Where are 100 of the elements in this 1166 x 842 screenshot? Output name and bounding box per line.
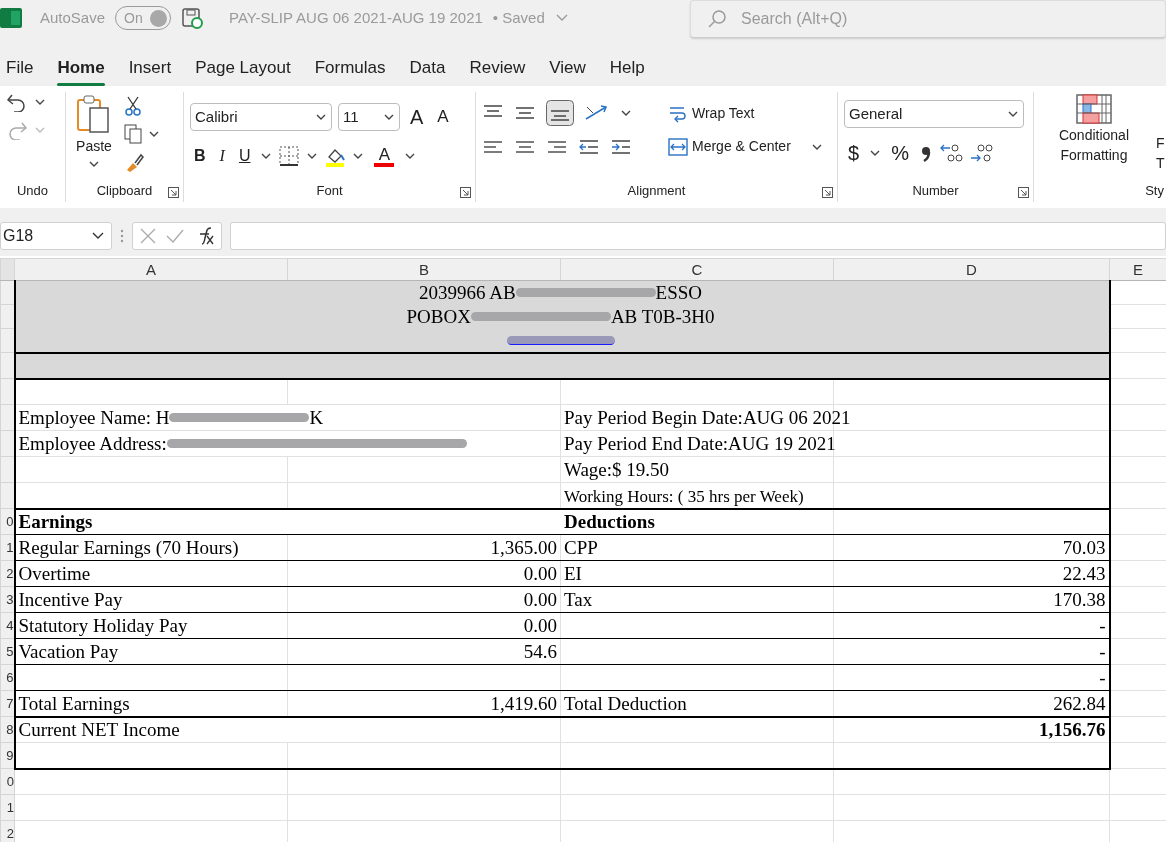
group-label: Clipboard (96, 181, 153, 200)
caret-icon (383, 112, 395, 122)
row-header[interactable]: 7 (0, 690, 15, 717)
row-header[interactable]: 1 (0, 534, 15, 561)
drag-handle-icon[interactable] (120, 229, 124, 243)
shrink-font-button[interactable]: A (433, 102, 453, 132)
search-field[interactable]: Search (Alt+Q) (739, 6, 1039, 32)
menu-tab[interactable]: File (0, 54, 46, 86)
orientation-icon[interactable] (584, 103, 610, 123)
merge-center-button[interactable]: Merge & Center (664, 134, 795, 159)
percent-button[interactable]: % (887, 136, 913, 170)
cell-text: 0.00 (523, 615, 557, 636)
menu-tab[interactable]: Help (597, 54, 657, 86)
increase-decimal-icon[interactable] (938, 142, 963, 164)
font-name-dropdown[interactable]: Calibri (190, 103, 332, 131)
save-status: • Saved (492, 7, 545, 28)
column-header[interactable]: C (560, 258, 834, 281)
copy-icon[interactable] (124, 124, 142, 144)
dialog-launcher-icon[interactable] (460, 187, 471, 198)
group-label: Alignment (627, 181, 686, 200)
redo-icon (6, 120, 28, 140)
cell-text: Total Deduction (564, 692, 687, 714)
menu-tab[interactable]: Formulas (302, 54, 398, 86)
cell-text: 262.84 (1053, 692, 1106, 714)
cell-text: K (309, 408, 324, 427)
clipboard-icon (76, 94, 112, 134)
bold-button[interactable]: B (190, 142, 210, 170)
caret-icon[interactable] (352, 151, 365, 161)
row-header[interactable]: 1 (0, 794, 15, 821)
dialog-launcher-icon[interactable] (822, 187, 833, 198)
search-box[interactable]: Search (Alt+Q) (690, 0, 1166, 38)
save-icon[interactable] (181, 7, 204, 29)
group-label: Sty (1145, 181, 1164, 200)
currency-button[interactable]: $ (844, 136, 864, 170)
cell-text: Employee Name: H (18, 408, 170, 427)
cell-text: 70.03 (1062, 537, 1106, 558)
caret-icon[interactable] (869, 148, 882, 158)
dialog-launcher-icon[interactable] (168, 187, 179, 198)
column-header[interactable]: B (287, 258, 561, 281)
conditional-formatting-button[interactable]: Conditional Formatting (1040, 92, 1148, 173)
caret-icon[interactable] (34, 97, 46, 107)
row-header[interactable]: 9 (0, 742, 15, 769)
menu-tab[interactable]: View (537, 54, 598, 86)
search-icon (707, 9, 727, 29)
cell-text: 170.38 (1053, 589, 1106, 610)
cell-text: 0.00 (523, 563, 557, 584)
menu-tab[interactable]: Home (45, 54, 117, 86)
dialog-launcher-icon[interactable] (1018, 187, 1029, 198)
column-header[interactable]: A (14, 258, 288, 281)
cell-text: 22.43 (1062, 563, 1106, 584)
menu-tab[interactable]: Insert (116, 54, 184, 86)
caret-icon[interactable] (620, 108, 632, 118)
align-bottom-icon[interactable] (546, 100, 574, 126)
italic-button[interactable]: I (215, 142, 229, 170)
cell-text: 0.00 (523, 589, 557, 610)
menu-tab[interactable]: Page Layout (183, 54, 303, 86)
undo-icon[interactable] (6, 92, 28, 112)
menu-tab[interactable]: Review (457, 54, 538, 86)
caret-icon[interactable] (404, 151, 417, 161)
row-header[interactable]: 0 (0, 768, 15, 795)
cell-text: Tax (564, 589, 593, 610)
caret-icon[interactable] (148, 129, 160, 139)
column-header[interactable]: E (1109, 258, 1166, 281)
cell-text: EI (564, 563, 582, 584)
name-box[interactable]: G18 (0, 222, 112, 250)
formula-input[interactable] (230, 222, 1166, 250)
cell-text: Working Hours: ( 35 hrs per Week) (564, 486, 804, 506)
row-header[interactable]: 2 (0, 820, 15, 842)
format-as-table-button[interactable]: F T (1156, 92, 1165, 173)
row-header[interactable]: 3 (0, 586, 15, 613)
wrap-text-button[interactable]: Wrap Text (664, 100, 759, 126)
cell-text: Employee Address: (18, 434, 167, 453)
underline-button[interactable]: U (234, 142, 255, 170)
font-color-button[interactable]: A (370, 143, 399, 169)
grow-font-button[interactable]: A (406, 100, 428, 134)
conditional-formatting-icon (1076, 94, 1112, 124)
check-icon[interactable] (165, 227, 185, 245)
row-header[interactable]: 4 (0, 612, 15, 639)
cell-text: Incentive Pay (18, 589, 123, 610)
autosave-label: AutoSave (40, 7, 106, 28)
caret-icon[interactable] (260, 151, 273, 161)
paintbrush-icon[interactable] (124, 152, 144, 172)
cell-text: Total Earnings (18, 692, 130, 714)
row-header[interactable]: 8 (0, 716, 15, 743)
cell-text: 1,419.60 (490, 692, 557, 714)
decrease-decimal-icon[interactable] (968, 142, 993, 164)
paste-button[interactable]: Paste (72, 92, 116, 172)
cell-text: Current NET Income (18, 719, 180, 741)
row-header[interactable]: 2 (0, 560, 15, 587)
row-header[interactable]: 6 (0, 664, 15, 691)
number-format-dropdown[interactable]: General (844, 100, 1024, 128)
scissors-icon[interactable] (124, 96, 142, 116)
cell-text: - (1099, 641, 1106, 662)
row-header[interactable]: 0 (0, 508, 15, 535)
caret-icon[interactable] (306, 151, 319, 161)
menu-tab[interactable]: Data (397, 54, 458, 86)
row-header[interactable]: 5 (0, 638, 15, 665)
borders-icon[interactable] (278, 145, 301, 167)
font-size-dropdown[interactable]: 11 (338, 103, 400, 131)
column-header[interactable]: D (833, 258, 1110, 281)
